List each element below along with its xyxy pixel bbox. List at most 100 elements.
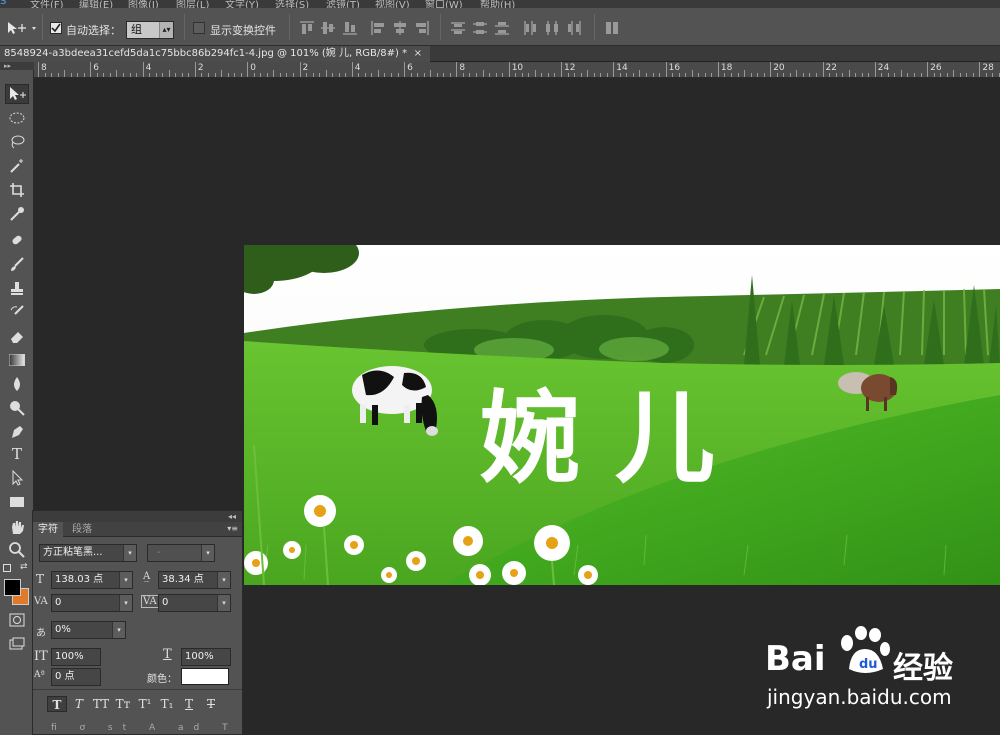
distribute-top-icon[interactable] [450, 20, 466, 36]
menu-type[interactable]: 文字(Y) [225, 0, 259, 8]
faux-bold-button[interactable]: T [47, 696, 67, 712]
align-left-icon[interactable] [370, 20, 386, 36]
auto-align-layers-icon[interactable] [604, 20, 620, 36]
ruler-minor-tick [528, 73, 530, 77]
move-tool[interactable] [5, 84, 29, 104]
eraser-tool[interactable] [5, 326, 29, 346]
underline-button[interactable]: T [179, 696, 199, 712]
ruler-major-tick [247, 62, 249, 77]
horizontal-scale-field[interactable]: 100% [181, 648, 231, 666]
ruler-minor-tick [51, 73, 53, 77]
distribute-right-icon[interactable] [566, 20, 582, 36]
foreground-color-swatch[interactable] [4, 579, 21, 596]
vertical-scale-field[interactable]: 100% [51, 648, 101, 666]
ruler-minor-tick [116, 70, 118, 77]
tsume-icon: あ [36, 628, 46, 639]
panel-header[interactable]: ◂◂ [33, 511, 242, 522]
strikethrough-button[interactable]: T [201, 696, 221, 712]
quick-mask-button[interactable] [5, 610, 29, 630]
ruler-minor-tick [332, 73, 334, 77]
small-caps-button[interactable]: Tт [113, 696, 133, 712]
ruler-minor-tick [136, 73, 138, 77]
ruler-minor-tick [260, 73, 262, 77]
menu-filter[interactable]: 滤镜(T) [326, 0, 360, 8]
align-bottom-icon[interactable] [342, 20, 358, 36]
menu-layer[interactable]: 图层(L) [176, 0, 209, 8]
menu-edit[interactable]: 编辑(E) [79, 0, 113, 8]
menu-help[interactable]: 帮助(H) [480, 0, 515, 8]
align-hcenter-icon[interactable] [392, 20, 408, 36]
move-tool-preset-button[interactable] [6, 20, 38, 36]
collapse-icon[interactable]: ◂◂ [228, 512, 236, 521]
ruler-minor-tick [109, 73, 111, 77]
baseline-shift-field[interactable]: 0 点 [51, 668, 101, 686]
hand-tool[interactable] [5, 517, 29, 537]
align-right-icon[interactable] [414, 20, 430, 36]
gradient-tool[interactable] [5, 350, 29, 370]
screen-mode-button[interactable] [5, 634, 29, 654]
menu-file[interactable]: 文件(F) [30, 0, 64, 8]
ruler-label: 4 [354, 63, 361, 73]
distribute-bottom-icon[interactable] [494, 20, 510, 36]
auto-select-dropdown[interactable]: 组 ▴▾ [126, 21, 174, 39]
brush-tool[interactable] [5, 254, 29, 274]
document-image[interactable]: 婉 儿 [244, 245, 1000, 585]
ruler-major-tick [822, 62, 824, 77]
eyedropper-tool[interactable] [5, 204, 29, 224]
elliptical-marquee-tool[interactable] [5, 108, 29, 128]
clone-stamp-tool[interactable] [5, 278, 29, 298]
text-color-swatch[interactable] [181, 668, 229, 685]
ruler-minor-tick [96, 73, 98, 77]
menu-window[interactable]: 窗口(W) [425, 0, 463, 8]
lasso-tool[interactable] [5, 132, 29, 152]
menu-image[interactable]: 图像(I) [128, 0, 159, 8]
panel-collapse-icon[interactable]: ▸▸ [0, 62, 34, 70]
close-tab-icon[interactable]: × [414, 46, 422, 62]
faux-italic-button[interactable]: T [69, 696, 89, 712]
swap-colors-icon[interactable]: ⇄ [20, 562, 28, 572]
tab-character[interactable]: 字符 [33, 522, 63, 537]
crop-tool[interactable] [5, 180, 29, 200]
type-tool[interactable]: T [5, 444, 29, 464]
history-brush-tool[interactable] [5, 302, 29, 322]
font-size-field[interactable]: 138.03 点 ▾ [51, 571, 133, 589]
blur-tool[interactable] [5, 374, 29, 394]
rectangle-tool[interactable] [5, 492, 29, 512]
zoom-tool[interactable] [5, 540, 29, 560]
dodge-tool[interactable] [5, 398, 29, 418]
document-tab[interactable]: 8548924-a3bdeea31cefd5da1c75bbc86b294fc1… [0, 46, 430, 62]
font-family-dropdown[interactable]: 方正粘笔黑... ▾ [39, 544, 137, 562]
leading-field[interactable]: 38.34 点 ▾ [158, 571, 231, 589]
align-vcenter-icon[interactable] [320, 20, 336, 36]
path-selection-tool[interactable] [5, 468, 29, 488]
zoom-icon [9, 542, 25, 558]
distribute-vcenter-icon[interactable] [472, 20, 488, 36]
gradient-icon [9, 354, 25, 366]
menu-select[interactable]: 选择(S) [275, 0, 309, 8]
distribute-left-icon[interactable] [522, 20, 538, 36]
menu-view[interactable]: 视图(V) [375, 0, 410, 8]
tsume-field[interactable]: 0% ▾ [51, 621, 126, 639]
show-transform-checkbox[interactable] [193, 22, 205, 34]
magic-wand-tool[interactable] [5, 156, 29, 176]
ruler-minor-tick [44, 73, 46, 77]
superscript-button[interactable]: T¹ [135, 696, 155, 712]
ruler-minor-tick [809, 73, 811, 77]
tracking-field[interactable]: 0 ▾ [158, 594, 231, 612]
auto-select-checkbox[interactable] [50, 22, 62, 34]
font-style-dropdown[interactable]: - ▾ [147, 544, 215, 562]
healing-brush-tool[interactable] [5, 230, 29, 250]
kerning-field[interactable]: 0 ▾ [51, 594, 133, 612]
pen-tool[interactable] [5, 422, 29, 442]
all-caps-button[interactable]: TT [91, 696, 111, 712]
opentype-icons[interactable]: ﬁ ơ st A ad T 1st ½ [51, 723, 231, 733]
distribute-hcenter-icon[interactable] [544, 20, 560, 36]
kerning-value: 0 [55, 597, 62, 608]
ruler-minor-tick [632, 73, 634, 77]
subscript-button[interactable]: T₁ [157, 696, 177, 712]
default-colors-icon[interactable] [3, 564, 11, 572]
align-top-icon[interactable] [299, 20, 315, 36]
tab-paragraph[interactable]: 段落 [67, 522, 97, 537]
panel-menu-icon[interactable]: ▾≡ [227, 524, 238, 533]
tsume-value: 0% [55, 624, 71, 635]
